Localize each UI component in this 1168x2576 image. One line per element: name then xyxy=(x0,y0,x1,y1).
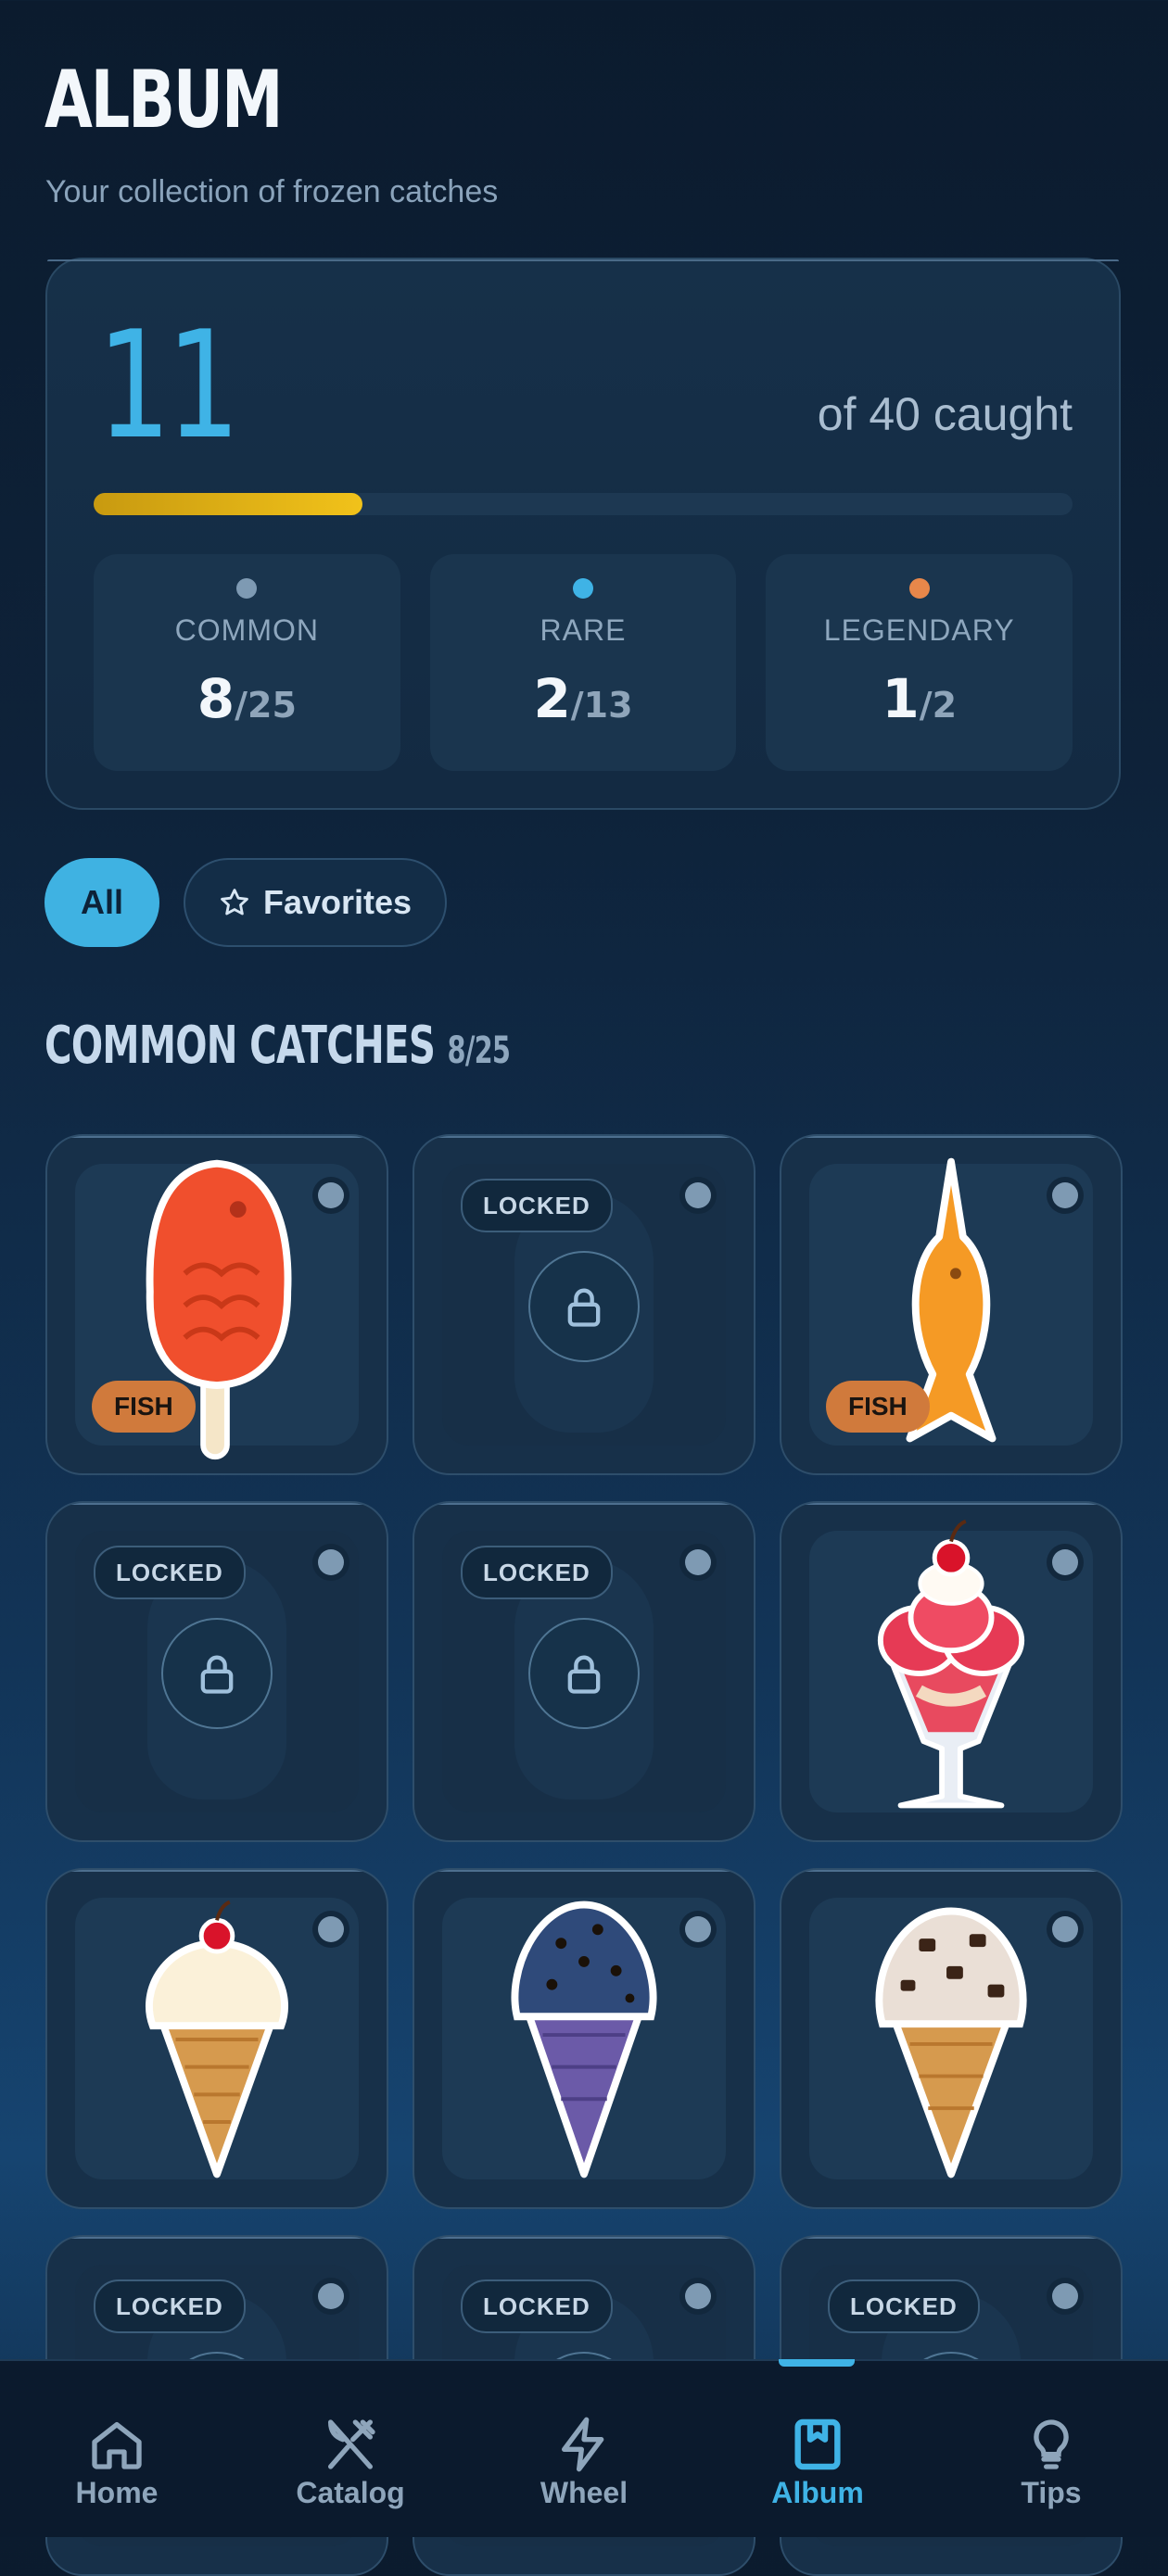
rarity-label: RARE xyxy=(540,613,627,647)
home-icon xyxy=(92,2422,142,2469)
nav-tips[interactable]: Tips xyxy=(968,2361,1135,2537)
catch-tile-orange-swordfish-popsicle[interactable]: FISH xyxy=(780,1134,1123,1475)
nav-label: Tips xyxy=(1021,2476,1082,2509)
nav-album[interactable]: Album xyxy=(734,2361,901,2537)
status-dot xyxy=(1052,1916,1078,1942)
catch-tile-locked[interactable]: LOCKED xyxy=(413,1134,755,1475)
rarity-total: /2 xyxy=(919,685,958,726)
lock-icon xyxy=(528,1251,640,1362)
total-caught-label: of 40 caught xyxy=(817,388,1073,440)
locked-badge: LOCKED xyxy=(461,2279,613,2333)
page-subtitle: Your collection of frozen catches xyxy=(45,174,499,209)
nav-label: Wheel xyxy=(540,2476,628,2509)
rarity-label: COMMON xyxy=(174,613,319,647)
status-dot xyxy=(318,1916,344,1942)
section-count: 8/25 xyxy=(447,1029,511,1072)
page-title: ALBUM xyxy=(44,54,284,146)
rarity-common: COMMON 8/25 xyxy=(94,554,400,771)
lightbulb-icon xyxy=(1034,2419,1069,2469)
rarity-legendary: LEGENDARY 1/2 xyxy=(766,554,1073,771)
catch-tile-cookies-and-cream-cone[interactable] xyxy=(780,1868,1123,2209)
catch-tile-blueberry-chip-cone[interactable] xyxy=(413,1868,755,2209)
nav-wheel[interactable]: Wheel xyxy=(501,2361,667,2537)
album-icon xyxy=(794,2418,841,2470)
locked-badge: LOCKED xyxy=(461,1179,613,1232)
nav-label: Catalog xyxy=(296,2476,405,2509)
common-dot-icon xyxy=(236,578,258,599)
rarity-total: /13 xyxy=(570,685,633,726)
favorites-label: Favorites xyxy=(262,883,413,921)
status-dot xyxy=(1052,1549,1078,1575)
catch-tile-strawberry-sundae[interactable] xyxy=(780,1501,1123,1842)
status-dot xyxy=(1052,1182,1078,1208)
status-dot xyxy=(685,2283,711,2309)
locked-badge: LOCKED xyxy=(828,2279,980,2333)
bolt-icon xyxy=(562,2417,604,2472)
nav-label: Album xyxy=(771,2476,864,2509)
legendary-dot-icon xyxy=(908,578,930,599)
status-dot xyxy=(318,1182,344,1208)
caught-count: 11 xyxy=(97,298,240,472)
status-dot xyxy=(318,2283,344,2309)
catch-tile-locked[interactable]: LOCKED xyxy=(45,1501,388,1842)
star-icon xyxy=(221,889,248,915)
locked-badge: LOCKED xyxy=(461,1546,613,1599)
catch-tile-vanilla-cherry-cone[interactable] xyxy=(45,1868,388,2209)
fish-badge: FISH xyxy=(92,1381,196,1433)
lock-icon xyxy=(161,1618,273,1729)
status-dot xyxy=(685,1916,711,1942)
section-title: COMMON CATCHES 8/25 xyxy=(44,1016,511,1076)
status-dot xyxy=(685,1182,711,1208)
catalog-icon xyxy=(328,2419,375,2469)
catch-tile-red-fish-popsicle[interactable]: FISH xyxy=(45,1134,388,1475)
catch-tile-locked[interactable]: LOCKED xyxy=(413,1501,755,1842)
rarity-count: 1 xyxy=(882,667,920,730)
rarity-count: 8 xyxy=(197,667,235,730)
status-dot xyxy=(685,1549,711,1575)
filter-favorites-chip[interactable]: Favorites xyxy=(184,858,447,947)
collection-summary-card: 11 of 40 caught COMMON 8/25 RARE 2/13 LE… xyxy=(45,258,1121,810)
locked-badge: LOCKED xyxy=(94,1546,246,1599)
progress-fill xyxy=(94,493,363,515)
filter-chips: All Favorites xyxy=(44,858,447,947)
nav-label: Home xyxy=(75,2476,159,2509)
status-dot xyxy=(1052,2283,1078,2309)
bottom-nav: Home Catalog Wheel Album Tips xyxy=(0,2359,1168,2537)
fish-badge: FISH xyxy=(826,1381,930,1433)
filter-all-chip[interactable]: All xyxy=(44,858,159,947)
nav-catalog[interactable]: Catalog xyxy=(267,2361,434,2537)
rarity-count: 2 xyxy=(533,667,571,730)
section-title-text: COMMON CATCHES xyxy=(44,1016,436,1076)
rarity-rare: RARE 2/13 xyxy=(429,554,737,771)
rare-dot-icon xyxy=(573,578,593,599)
rarity-total: /25 xyxy=(235,685,297,726)
rarity-label: LEGENDARY xyxy=(823,613,1015,647)
nav-home[interactable]: Home xyxy=(33,2361,200,2537)
locked-badge: LOCKED xyxy=(94,2279,246,2333)
status-dot xyxy=(318,1549,344,1575)
collection-progress-bar xyxy=(94,493,1073,515)
lock-icon xyxy=(528,1618,640,1729)
